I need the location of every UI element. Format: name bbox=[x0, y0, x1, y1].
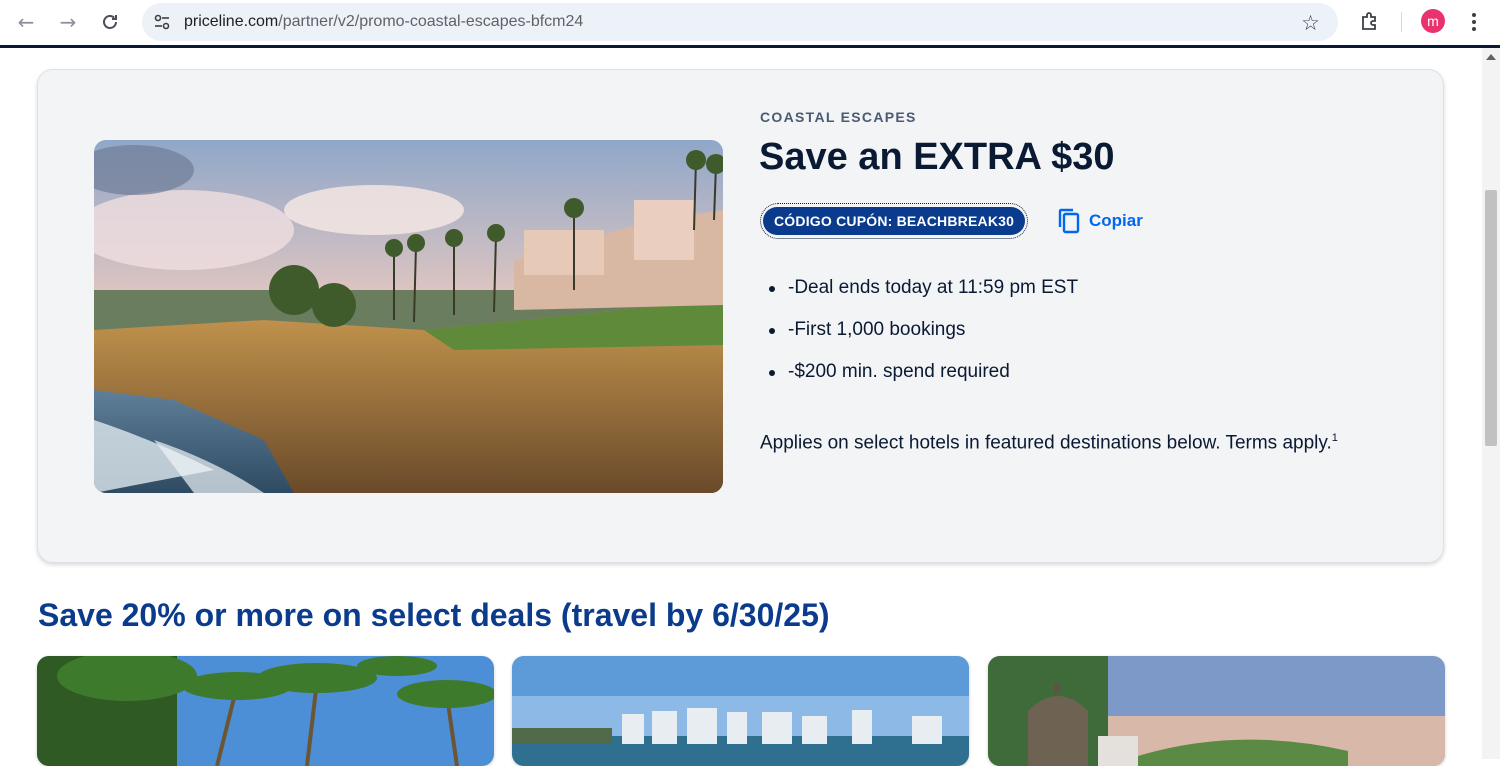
terms-footnote-link[interactable]: 1 bbox=[1332, 432, 1338, 444]
deal-card-city[interactable] bbox=[512, 656, 969, 766]
scroll-up-arrow-icon[interactable] bbox=[1486, 54, 1496, 60]
toolbar-divider bbox=[1401, 12, 1402, 32]
copy-coupon-button[interactable]: Copiar bbox=[1057, 206, 1143, 236]
page-scrollbar[interactable] bbox=[1482, 48, 1500, 759]
list-item: -$200 min. spend required bbox=[768, 355, 1078, 397]
promo-card: COASTAL ESCAPES Save an EXTRA $30 CÓDIGO… bbox=[37, 69, 1444, 563]
promo-terms: Applies on select hotels in featured des… bbox=[760, 422, 1370, 459]
address-bar[interactable]: priceline.com/partner/v2/promo-coastal-e… bbox=[142, 3, 1338, 41]
coupon-code-text: CÓDIGO CUPÓN: BEACHBREAK30 bbox=[763, 207, 1026, 235]
reload-icon[interactable] bbox=[96, 8, 124, 36]
scroll-thumb[interactable] bbox=[1485, 190, 1497, 446]
forward-arrow-icon[interactable]: → bbox=[54, 8, 82, 36]
copy-button-label: Copiar bbox=[1089, 211, 1143, 230]
copy-icon bbox=[1058, 208, 1080, 234]
kebab-menu-icon[interactable] bbox=[1464, 8, 1484, 36]
promo-eyebrow: COASTAL ESCAPES bbox=[760, 109, 917, 125]
url-host: priceline.com bbox=[184, 13, 279, 30]
star-icon[interactable]: ☆ bbox=[1301, 11, 1320, 35]
url-path: /partner/v2/promo-coastal-escapes-bfcm24 bbox=[278, 13, 584, 30]
profile-avatar[interactable]: m bbox=[1421, 9, 1445, 33]
promo-conditions-list: -Deal ends today at 11:59 pm EST -First … bbox=[768, 271, 1078, 397]
deals-section-title: Save 20% or more on select deals (travel… bbox=[38, 597, 830, 633]
fortress-sentry-box-photo bbox=[988, 656, 1445, 766]
list-item: -First 1,000 bookings bbox=[768, 313, 1078, 355]
list-item: -Deal ends today at 11:59 pm EST bbox=[768, 271, 1078, 313]
back-arrow-icon[interactable]: ← bbox=[12, 8, 40, 36]
deal-card-tropical[interactable] bbox=[37, 656, 494, 766]
site-settings-icon[interactable] bbox=[152, 12, 172, 32]
url-text: priceline.com/partner/v2/promo-coastal-e… bbox=[184, 13, 583, 31]
deal-card-fortress[interactable] bbox=[988, 656, 1445, 766]
extensions-icon[interactable] bbox=[1358, 9, 1382, 33]
coupon-code-badge: CÓDIGO CUPÓN: BEACHBREAK30 bbox=[760, 203, 1029, 239]
palm-trees-photo bbox=[37, 656, 494, 766]
browser-toolbar: ← → priceline.com/partner/v2/promo-coast… bbox=[0, 0, 1500, 48]
coastal-cliffs-photo bbox=[94, 140, 723, 493]
terms-text: Applies on select hotels in featured des… bbox=[760, 432, 1332, 454]
waterfront-city-photo bbox=[512, 656, 969, 766]
promo-headline: Save an EXTRA $30 bbox=[759, 136, 1115, 178]
